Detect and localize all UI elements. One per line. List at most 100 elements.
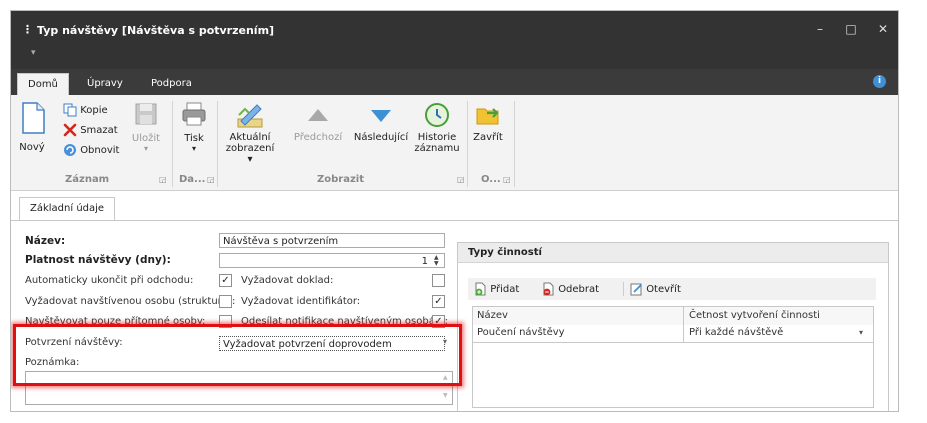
table-row[interactable]: Poučení návštěvy Při každé návštěvě ▾ — [472, 325, 874, 343]
toolbar-separator — [623, 282, 624, 296]
minimize-button[interactable]: – — [806, 19, 834, 39]
column-divider[interactable] — [683, 307, 684, 325]
column-name[interactable]: Název — [477, 310, 508, 321]
new-document-icon — [22, 102, 45, 134]
next-icon — [371, 110, 391, 122]
group-record-launcher[interactable]: ◲ — [159, 175, 167, 184]
group-label-record: Záznam — [65, 174, 110, 185]
dialog-window: ⋮ Typ návštěvy [Návštěva s potvrzením] ▾… — [10, 10, 899, 412]
print-dropdown-icon: ▾ — [191, 144, 196, 153]
group-label-view: Zobrazit — [317, 174, 364, 185]
new-button[interactable]: Nový — [15, 101, 49, 153]
info-icon[interactable]: i — [873, 75, 886, 88]
group-label-other: O... — [481, 174, 501, 185]
save-icon — [135, 103, 157, 125]
group-separator — [172, 101, 173, 187]
refresh-label: Obnovit — [80, 145, 120, 156]
ribbon-tab-row: Domů Úpravy Podpora i — [11, 69, 898, 96]
previous-label: Předchozí — [293, 132, 343, 143]
require-doc-label: Vyžadovat doklad: — [241, 275, 334, 286]
history-label-1: Historie — [417, 132, 457, 143]
history-icon — [425, 103, 449, 127]
ribbon: Nový Kopie Smazat Obnovit Uložit ▾ Zázna… — [11, 95, 898, 191]
row-name-cell[interactable]: Poučení návštěvy — [477, 327, 565, 338]
open-activity-button[interactable]: Otevřít — [630, 282, 681, 296]
view-icon — [237, 104, 263, 128]
require-id-checkbox[interactable]: ✓ — [432, 295, 445, 308]
tab-support[interactable]: Podpora — [141, 73, 202, 95]
print-icon — [182, 102, 206, 126]
group-view-launcher[interactable]: ◲ — [457, 175, 465, 184]
group-separator — [514, 101, 515, 187]
close-folder-icon — [476, 108, 499, 125]
require-doc-checkbox[interactable] — [432, 274, 445, 287]
delete-button[interactable]: Smazat — [63, 123, 118, 137]
refresh-button[interactable]: Obnovit — [63, 143, 119, 157]
open-icon — [630, 283, 642, 296]
add-icon — [475, 282, 486, 296]
group-label-data: Da... — [179, 174, 206, 185]
delete-icon — [63, 123, 77, 137]
delete-label: Smazat — [80, 125, 118, 136]
history-label-2: záznamu — [414, 143, 460, 154]
grid-empty-area — [472, 343, 874, 408]
validity-spinner[interactable]: ▲ ▼ — [434, 255, 439, 267]
save-label: Uložit — [131, 133, 161, 144]
cell-divider — [683, 325, 684, 342]
activities-toolbar: Přidat Odebrat Otevřít — [468, 278, 876, 300]
add-activity-button[interactable]: Přidat — [474, 282, 519, 296]
require-id-label: Vyžadovat identifikátor: — [241, 296, 361, 307]
tab-divider — [11, 220, 898, 221]
validity-label: Platnost návštěvy (dny): — [25, 254, 171, 266]
name-label: Název: — [25, 235, 66, 247]
close-label: Zavřít — [473, 132, 503, 143]
refresh-icon — [64, 144, 76, 156]
tab-home[interactable]: Domů — [17, 73, 69, 96]
copy-button[interactable]: Kopie — [63, 103, 108, 117]
print-button[interactable]: Tisk ▾ — [177, 101, 211, 153]
print-label: Tisk — [184, 133, 204, 144]
auto-end-label: Automaticky ukončit při odchodu: — [25, 275, 194, 286]
maximize-button[interactable]: □ — [837, 19, 865, 39]
require-person-checkbox[interactable] — [219, 295, 232, 308]
validity-field[interactable]: 1 — [219, 253, 445, 268]
close-button[interactable]: Zavřít — [471, 101, 505, 143]
next-label: Následující — [353, 132, 409, 143]
activities-title: Typy činností — [458, 243, 888, 263]
save-button[interactable]: Uložit ▾ — [131, 101, 161, 153]
remove-label: Odebrat — [558, 284, 600, 295]
frequency-dropdown-icon[interactable]: ▾ — [859, 328, 863, 337]
open-label: Otevřít — [646, 284, 681, 295]
current-view-label-1: Aktuální — [229, 132, 271, 143]
add-label: Přidat — [490, 284, 520, 295]
history-button[interactable]: Historie záznamu — [413, 101, 461, 154]
new-label: Nový — [19, 142, 45, 153]
tab-edit[interactable]: Úpravy — [77, 73, 133, 95]
group-separator — [467, 101, 468, 187]
name-field[interactable]: Návštěva s potvrzením — [219, 233, 445, 248]
window-menu-icon[interactable]: ⋮ — [22, 23, 33, 36]
quick-access-dropdown-icon[interactable]: ▾ — [31, 48, 36, 58]
column-frequency[interactable]: Četnost vytvoření činnosti — [689, 310, 820, 321]
copy-icon — [63, 103, 77, 117]
row-frequency-cell[interactable]: Při každé návštěvě — [689, 327, 783, 338]
highlight-box — [13, 324, 462, 386]
current-view-button[interactable]: Aktuální zobrazení ▾ — [222, 101, 278, 165]
title-bar: ⋮ Typ návštěvy [Návštěva s potvrzením] ▾… — [11, 11, 898, 69]
grid-header: Název Četnost vytvoření činnosti — [472, 306, 874, 326]
current-view-label-2: zobrazení ▾ — [225, 143, 275, 165]
next-button[interactable]: Následující — [351, 101, 411, 143]
close-window-button[interactable]: ✕ — [869, 19, 897, 39]
save-dropdown-icon: ▾ — [143, 144, 148, 153]
copy-label: Kopie — [80, 105, 108, 116]
remove-icon — [543, 282, 554, 296]
group-other-launcher[interactable]: ◲ — [503, 175, 511, 184]
activities-panel: Typy činností Přidat Odebrat Otevřít Náz… — [457, 242, 889, 411]
window-title: Typ návštěvy [Návštěva s potvrzením] — [37, 24, 275, 37]
remove-activity-button[interactable]: Odebrat — [542, 282, 599, 296]
group-data-launcher[interactable]: ◲ — [207, 175, 215, 184]
previous-icon — [308, 109, 328, 121]
auto-end-checkbox[interactable]: ✓ — [219, 274, 232, 287]
previous-button[interactable]: Předchozí — [293, 101, 343, 143]
tab-basic-data[interactable]: Základní údaje — [19, 197, 116, 221]
